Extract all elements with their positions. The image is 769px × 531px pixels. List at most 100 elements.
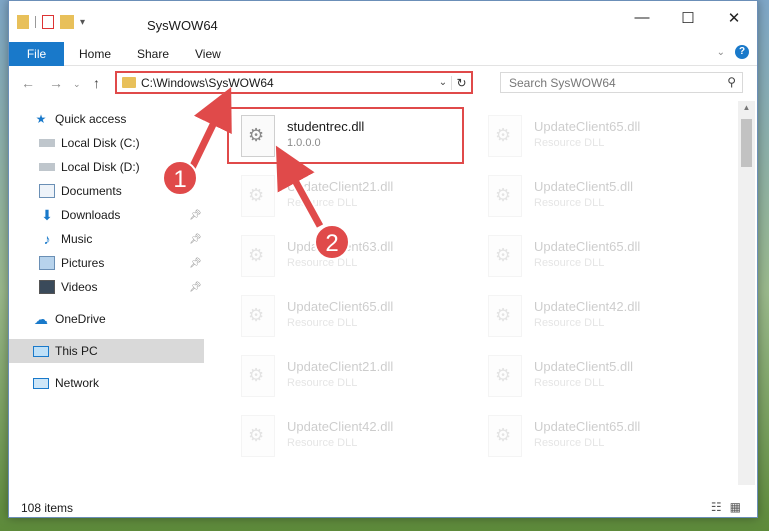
download-icon: ⬇ [41, 207, 53, 223]
dll-file-icon [241, 415, 275, 457]
file-description: Resource DLL [287, 257, 358, 269]
quick-access-toolbar: ▾ [17, 15, 85, 29]
close-button[interactable]: ✕ [711, 9, 757, 27]
sidebar-item-label: Local Disk (C:) [61, 136, 140, 150]
view-switcher: ☷ ▦ [711, 500, 741, 514]
file-name: UpdateClient42.dll [287, 419, 394, 434]
sidebar-item-label: Downloads [61, 208, 121, 222]
sidebar-item-local-disk-c[interactable]: Local Disk (C:) [9, 131, 204, 155]
recent-locations-icon[interactable]: ⌄ [73, 79, 81, 90]
tab-share[interactable]: Share [137, 42, 169, 66]
customize-icon[interactable]: ▾ [80, 17, 85, 28]
dll-file-icon [488, 355, 522, 397]
expand-ribbon-icon[interactable]: ⌄ [717, 47, 725, 58]
file-name: UpdateClient42.dll [534, 299, 641, 314]
tiles-view-icon[interactable]: ▦ [730, 500, 741, 514]
file-tile[interactable]: UpdateClient65.dll Resource DLL [476, 109, 711, 161]
forward-icon[interactable]: → [49, 75, 63, 91]
up-icon[interactable]: ↑ [93, 75, 100, 91]
dll-file-icon [488, 295, 522, 337]
help-icon[interactable]: ? [735, 45, 749, 59]
file-explorer-window: ▾ SysWOW64 — ☐ ✕ File Home Share View ⌄ … [8, 0, 758, 518]
sidebar-item-label: This PC [55, 344, 98, 358]
sidebar-item-music[interactable]: ♪ Music 📌︎ [9, 227, 204, 251]
vertical-scrollbar[interactable]: ▲ [738, 101, 755, 485]
minimize-button[interactable]: — [619, 9, 665, 27]
search-input[interactable]: Search SysWOW64 ⚲ [500, 72, 743, 93]
file-tile[interactable]: UpdateClient65.dll Resource DLL [476, 229, 711, 281]
dll-file-icon [488, 235, 522, 277]
tab-view[interactable]: View [195, 42, 221, 66]
callout-1: 1 [162, 160, 198, 196]
scrollbar-thumb[interactable] [741, 119, 752, 167]
pictures-icon [39, 256, 55, 270]
sidebar-item-label: Pictures [61, 256, 105, 270]
pin-icon[interactable]: 📌︎ [189, 258, 202, 269]
sidebar-item-label: Videos [61, 280, 98, 294]
file-tile[interactable]: UpdateClient21.dll Resource DLL [229, 349, 464, 401]
folder-icon[interactable] [17, 15, 29, 29]
file-name: UpdateClient21.dll [287, 179, 394, 194]
refresh-icon[interactable]: ↻ [451, 75, 471, 90]
properties-icon[interactable] [42, 15, 54, 29]
file-tile[interactable]: UpdateClient5.dll Resource DLL [476, 349, 711, 401]
file-name: UpdateClient5.dll [534, 179, 634, 194]
file-tile[interactable]: UpdateClient21.dll Resource DLL [229, 169, 464, 221]
file-description: Resource DLL [287, 197, 358, 209]
address-field[interactable]: C:\Windows\SysWOW64 ⌄ ↻ [115, 71, 473, 94]
sidebar-item-onedrive[interactable]: ☁ OneDrive [9, 307, 204, 331]
dll-file-icon [241, 355, 275, 397]
sidebar-item-this-pc[interactable]: This PC [9, 339, 204, 363]
search-placeholder: Search SysWOW64 [509, 76, 616, 90]
maximize-button[interactable]: ☐ [665, 9, 711, 27]
ribbon-right-controls: ⌄ ? [717, 45, 749, 59]
sidebar-item-downloads[interactable]: ⬇ Downloads 📌︎ [9, 203, 204, 227]
file-tile[interactable]: UpdateClient42.dll Resource DLL [476, 289, 711, 341]
sidebar-item-pictures[interactable]: Pictures 📌︎ [9, 251, 204, 275]
file-tile[interactable]: UpdateClient42.dll Resource DLL [229, 409, 464, 461]
scroll-up-icon[interactable]: ▲ [738, 103, 755, 112]
videos-icon [39, 280, 55, 294]
file-tile[interactable]: UpdateClient65.dll Resource DLL [229, 289, 464, 341]
tab-home[interactable]: Home [79, 42, 111, 66]
pin-icon[interactable]: 📌︎ [189, 282, 202, 293]
status-bar: 108 items ☷ ▦ [9, 497, 757, 517]
search-icon[interactable]: ⚲ [727, 75, 736, 89]
dll-file-icon [241, 175, 275, 217]
drive-icon [39, 163, 55, 171]
tab-file[interactable]: File [9, 42, 64, 66]
file-description: Resource DLL [534, 257, 605, 269]
details-view-icon[interactable]: ☷ [711, 500, 722, 514]
sidebar-item-videos[interactable]: Videos 📌︎ [9, 275, 204, 299]
separator [35, 16, 36, 28]
window-title: SysWOW64 [147, 18, 218, 33]
sidebar-item-quick-access[interactable]: ★ Quick access [9, 107, 204, 131]
file-name: UpdateClient5.dll [534, 359, 634, 374]
pin-icon[interactable]: 📌︎ [189, 234, 202, 245]
chevron-down-icon[interactable]: ⌄ [435, 77, 451, 88]
file-description: Resource DLL [534, 137, 605, 149]
file-tile[interactable]: UpdateClient65.dll Resource DLL [476, 409, 711, 461]
file-name: UpdateClient65.dll [534, 419, 641, 434]
address-bar-row: ← → ⌄ ↑ C:\Windows\SysWOW64 ⌄ ↻ Search S… [9, 67, 757, 101]
sidebar-item-label: Quick access [55, 112, 127, 126]
sidebar-item-network[interactable]: Network [9, 371, 204, 395]
file-name: UpdateClient65.dll [534, 119, 641, 134]
address-path[interactable]: C:\Windows\SysWOW64 [141, 76, 435, 90]
star-icon: ★ [35, 112, 47, 126]
file-description: Resource DLL [534, 197, 605, 209]
sidebar-item-label: Local Disk (D:) [61, 160, 140, 174]
new-folder-icon[interactable] [60, 15, 74, 29]
back-icon[interactable]: ← [21, 75, 35, 91]
file-name: UpdateClient65.dll [534, 239, 641, 254]
title-bar: ▾ SysWOW64 — ☐ ✕ [9, 1, 757, 39]
file-tile[interactable]: UpdateClient5.dll Resource DLL [476, 169, 711, 221]
file-description: Resource DLL [287, 317, 358, 329]
callout-2: 2 [314, 224, 350, 260]
file-description: Resource DLL [287, 377, 358, 389]
sidebar-item-label: Network [55, 376, 100, 390]
file-description: Resource DLL [534, 317, 605, 329]
documents-icon [39, 184, 55, 198]
pin-icon[interactable]: 📌︎ [189, 210, 202, 221]
window-controls: — ☐ ✕ [619, 9, 757, 27]
